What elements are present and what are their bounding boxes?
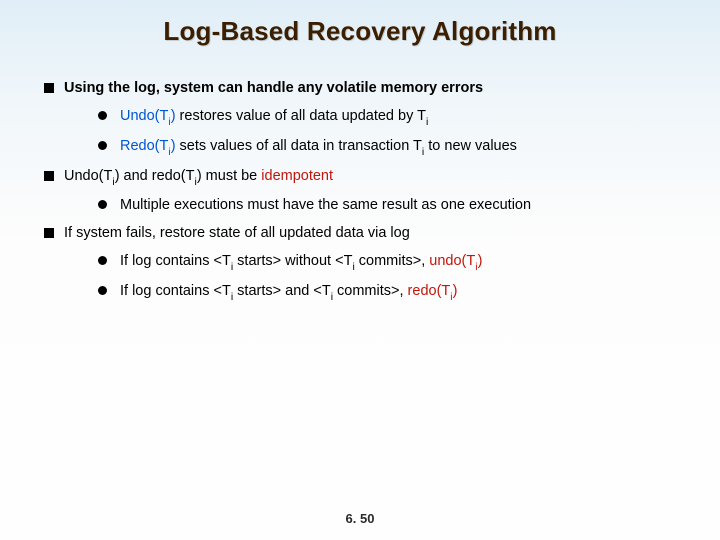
bullet-2-sub-1: Multiple executions must have the same r… — [98, 196, 676, 216]
bullet-3-sub-1: If log contains <Ti starts> without <Ti … — [98, 252, 676, 274]
bullet-3-sub-2: If log contains <Ti starts> and <Ti comm… — [98, 282, 676, 304]
slide-title: Log-Based Recovery Algorithm — [0, 0, 720, 47]
bullet-1-sub-2: Redo(Ti) sets values of all data in tran… — [98, 137, 676, 159]
slide-body: Using the log, system can handle any vol… — [0, 47, 720, 304]
bullet-1: Using the log, system can handle any vol… — [44, 79, 676, 99]
bullet-1-sub-1: Undo(Ti) restores value of all data upda… — [98, 107, 676, 129]
slide-number: 6. 50 — [0, 511, 720, 526]
bullet-3: If system fails, restore state of all up… — [44, 224, 676, 244]
bullet-2: Undo(Ti) and redo(Ti) must be idempotent — [44, 167, 676, 189]
